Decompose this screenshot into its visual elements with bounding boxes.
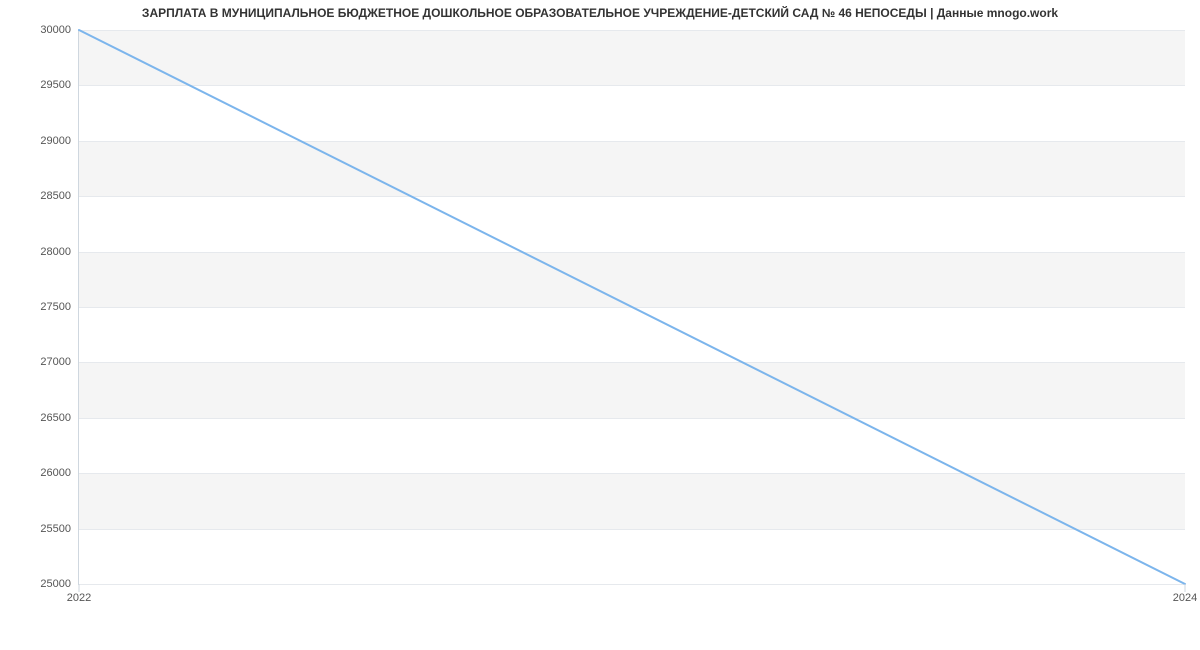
line-series <box>79 30 1185 584</box>
y-tick-label: 27500 <box>40 301 79 313</box>
y-tick-label: 26000 <box>40 467 79 479</box>
y-tick-label: 28500 <box>40 190 79 202</box>
y-tick-label: 26500 <box>40 412 79 424</box>
salary-chart: ЗАРПЛАТА В МУНИЦИПАЛЬНОЕ БЮДЖЕТНОЕ ДОШКО… <box>0 0 1200 650</box>
y-tick-label: 25500 <box>40 523 79 535</box>
x-tick-label: 2024 <box>1173 584 1197 604</box>
x-tick-label: 2022 <box>67 584 91 604</box>
chart-svg <box>79 30 1185 584</box>
y-tick-label: 28000 <box>40 246 79 258</box>
grid-line <box>79 584 1185 585</box>
chart-title: ЗАРПЛАТА В МУНИЦИПАЛЬНОЕ БЮДЖЕТНОЕ ДОШКО… <box>0 6 1200 20</box>
plot-area: 2500025500260002650027000275002800028500… <box>78 30 1185 585</box>
y-tick-label: 30000 <box>40 24 79 36</box>
y-tick-label: 27000 <box>40 356 79 368</box>
y-tick-label: 29500 <box>40 79 79 91</box>
y-tick-label: 29000 <box>40 135 79 147</box>
